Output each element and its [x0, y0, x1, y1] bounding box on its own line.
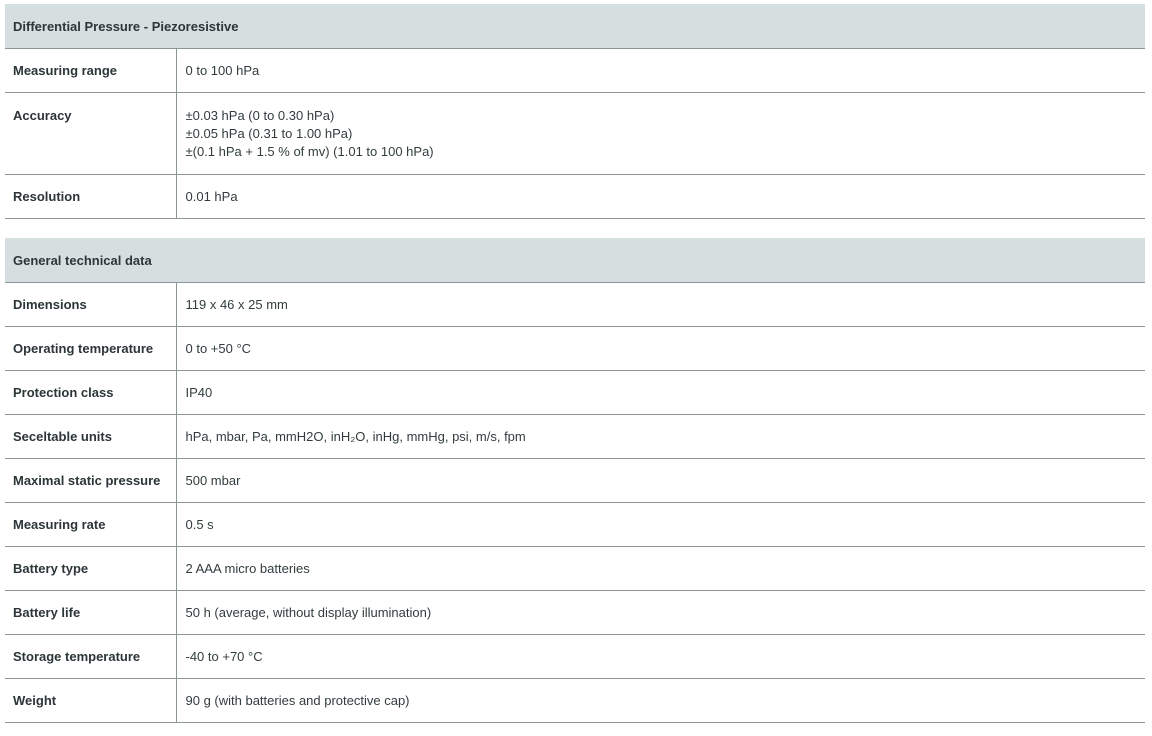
spec-label: Accuracy: [5, 92, 177, 175]
section-header-differential-pressure: Differential Pressure - Piezoresistive: [5, 4, 1145, 49]
spec-row-operating-temperature: Operating temperature 0 to +50 °C: [5, 326, 1146, 371]
spec-row-measuring-rate: Measuring rate 0.5 s: [5, 502, 1146, 547]
spec-value: -40 to +70 °C: [176, 634, 1146, 679]
section-title: General technical data: [5, 238, 1146, 283]
spec-value: 50 h (average, without display illuminat…: [176, 590, 1146, 635]
general-technical-data-table: General technical data Dimensions 119 x …: [5, 238, 1146, 723]
spec-label: Dimensions: [5, 282, 177, 327]
spec-value: hPa, mbar, Pa, mmH2O, inH₂O, inHg, mmHg,…: [176, 414, 1146, 459]
spec-row-measuring-range: Measuring range 0 to 100 hPa: [5, 48, 1145, 93]
spec-value: IP40: [176, 370, 1146, 415]
differential-pressure-table: Differential Pressure - Piezoresistive M…: [5, 4, 1145, 219]
spec-value: 0 to +50 °C: [176, 326, 1146, 371]
spec-label: Seceltable units: [5, 414, 177, 459]
spec-label: Measuring range: [5, 48, 177, 93]
spec-value: ±0.03 hPa (0 to 0.30 hPa) ±0.05 hPa (0.3…: [176, 92, 1145, 175]
spec-label: Protection class: [5, 370, 177, 415]
spec-label: Storage temperature: [5, 634, 177, 679]
spec-value: 2 AAA micro batteries: [176, 546, 1146, 591]
spec-value: 500 mbar: [176, 458, 1146, 503]
spec-label: Resolution: [5, 174, 177, 219]
spec-row-accuracy: Accuracy ±0.03 hPa (0 to 0.30 hPa) ±0.05…: [5, 92, 1145, 175]
spec-label: Battery type: [5, 546, 177, 591]
spec-label: Measuring rate: [5, 502, 177, 547]
spec-row-storage-temperature: Storage temperature -40 to +70 °C: [5, 634, 1146, 679]
spec-value: 0.5 s: [176, 502, 1146, 547]
spec-row-resolution: Resolution 0.01 hPa: [5, 174, 1145, 219]
spec-value: 0 to 100 hPa: [176, 48, 1145, 93]
spec-row-battery-type: Battery type 2 AAA micro batteries: [5, 546, 1146, 591]
spec-value: 90 g (with batteries and protective cap): [176, 678, 1146, 723]
spec-row-selectable-units: Seceltable units hPa, mbar, Pa, mmH2O, i…: [5, 414, 1146, 459]
spec-label: Weight: [5, 678, 177, 723]
section-title: Differential Pressure - Piezoresistive: [5, 4, 1145, 49]
spec-value-line: ±0.03 hPa (0 to 0.30 hPa): [185, 108, 335, 123]
spec-label: Operating temperature: [5, 326, 177, 371]
spec-value: 0.01 hPa: [176, 174, 1145, 219]
spec-row-dimensions: Dimensions 119 x 46 x 25 mm: [5, 282, 1146, 327]
spec-row-protection-class: Protection class IP40: [5, 370, 1146, 415]
spec-value: 119 x 46 x 25 mm: [176, 282, 1146, 327]
spec-label: Battery life: [5, 590, 177, 635]
spec-label: Maximal static pressure: [5, 458, 177, 503]
spec-row-battery-life: Battery life 50 h (average, without disp…: [5, 590, 1146, 635]
section-header-general-technical-data: General technical data: [5, 238, 1146, 283]
spec-value-line: ±(0.1 hPa + 1.5 % of mv) (1.01 to 100 hP…: [185, 144, 434, 159]
spec-row-weight: Weight 90 g (with batteries and protecti…: [5, 678, 1146, 723]
spec-row-maximal-static-pressure: Maximal static pressure 500 mbar: [5, 458, 1146, 503]
spec-value-line: ±0.05 hPa (0.31 to 1.00 hPa): [185, 126, 353, 141]
